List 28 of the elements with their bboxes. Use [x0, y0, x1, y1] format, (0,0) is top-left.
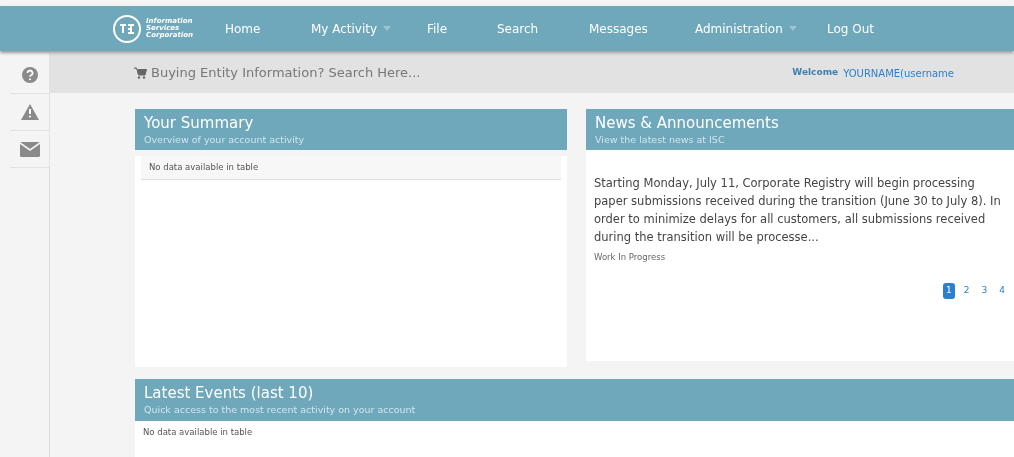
panel-subtitle: View the latest news at ISC: [595, 133, 726, 147]
panel-title: News & Announcements: [595, 113, 780, 133]
nav-link[interactable]: File: [426, 19, 497, 38]
page-link[interactable]: 3: [978, 283, 991, 299]
warning-icon[interactable]: [20, 104, 39, 120]
panel-title: Latest Events (last 10): [144, 383, 315, 404]
news-text: Starting Monday, July 11, Corporate Registry will begin processing paper submissions received during the transition (June 30 to July 8). In order to minimize delays for all customers, all submissions received during the transition will be processe...: [593, 175, 1002, 247]
nav-link[interactable]: Home: [224, 19, 311, 38]
panel-subtitle: Overview of your account activity: [144, 133, 306, 147]
logo-icon: [112, 13, 142, 44]
panel-title: Your Summary: [144, 113, 255, 133]
nav-link[interactable]: Search: [496, 19, 589, 38]
nav-link[interactable]: Administration: [694, 19, 827, 38]
page-link[interactable]: 2: [960, 283, 973, 299]
search-link[interactable]: Buying Entity Information? Search Here...: [134, 63, 421, 83]
welcome-label: Welcome: [792, 66, 839, 80]
help-icon[interactable]: [21, 67, 38, 83]
page-link[interactable]: 1: [943, 283, 955, 299]
status-text: Work In Progress: [593, 251, 667, 265]
username-link[interactable]: YOURNAME(username: [843, 65, 954, 81]
mail-icon[interactable]: [19, 141, 40, 157]
nav-link[interactable]: Messages: [588, 19, 695, 38]
nav-link[interactable]: My Activity: [310, 19, 427, 38]
cart-icon: [134, 67, 147, 79]
page-link[interactable]: 4: [996, 283, 1008, 299]
empty-table-message: No data available in table: [141, 156, 561, 180]
panel-subtitle: Quick access to the most recent activity on your account: [144, 403, 417, 418]
nav-link[interactable]: Log Out: [826, 19, 887, 38]
